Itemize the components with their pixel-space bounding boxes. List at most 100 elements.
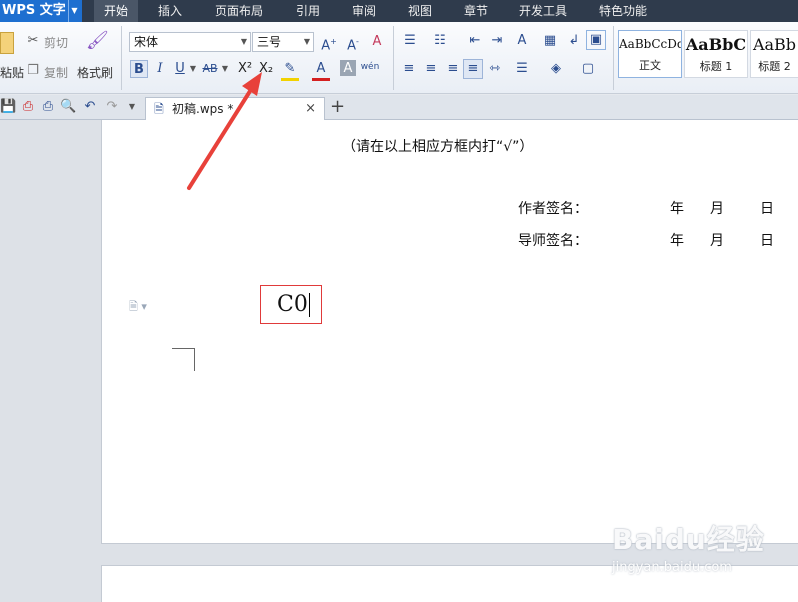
tab-insert[interactable]: 插入 [148, 0, 192, 22]
document-tab-label: 初稿.wps * [172, 102, 234, 116]
font-color-icon[interactable]: A [312, 60, 330, 81]
app-menu-dropdown-icon[interactable]: ▼ [68, 0, 80, 22]
date-day: 日 [760, 233, 774, 249]
clear-format-icon[interactable]: A [368, 33, 386, 51]
app-menu-button[interactable]: WPS 文字 ▼ [0, 0, 82, 22]
print-preview-icon[interactable]: 🔍 [60, 98, 76, 116]
font-name-select[interactable]: 宋体 ▼ [129, 32, 251, 52]
chevron-down-icon: ▼ [303, 37, 310, 46]
decrease-indent-icon[interactable]: ⇤ [466, 32, 484, 50]
numbered-list-icon[interactable]: ☷ [430, 32, 450, 50]
subscript-button[interactable]: X₂ [256, 60, 276, 78]
tab-chapter[interactable]: 章节 [454, 0, 498, 22]
shading-icon[interactable]: ◈ [546, 60, 566, 78]
shrink-font-icon[interactable]: A- [344, 33, 362, 55]
watermark-url: jingyan.baidu.com [612, 560, 732, 575]
tab-view[interactable]: 视图 [398, 0, 442, 22]
copy-label[interactable]: 复制 [44, 64, 68, 81]
distribute-icon[interactable]: ⇿ [486, 60, 504, 78]
instruction-text: （请在以上相应方框内打“√”） [342, 139, 534, 155]
chevron-down-icon[interactable]: ▼ [220, 60, 230, 78]
align-right-icon[interactable]: ≡ [444, 60, 462, 78]
bullet-list-icon[interactable]: ☰ [400, 32, 420, 50]
format-painter-icon[interactable]: 🖌 [86, 32, 109, 56]
redo-icon[interactable]: ↷ [104, 98, 120, 116]
tab-references[interactable]: 引用 [286, 0, 330, 22]
format-painter-label[interactable]: 格式刷 [77, 64, 113, 81]
char-shading-icon[interactable]: A [340, 60, 356, 76]
ribbon-divider [121, 26, 122, 90]
margin-corner-mark [172, 348, 195, 371]
menu-bar: WPS 文字 ▼ 开始 插入 页面布局 引用 审阅 视图 章节 开发工具 特色功… [0, 0, 798, 22]
copy-icon[interactable]: ❐ [26, 62, 40, 80]
text-box[interactable]: C0 [260, 285, 322, 324]
paste-icon[interactable] [0, 32, 14, 54]
tab-page-layout[interactable]: 页面布局 [206, 0, 272, 22]
cut-icon[interactable]: ✂ [26, 32, 40, 50]
show-marks-icon[interactable]: ↲ [566, 32, 582, 50]
style-heading-1[interactable]: AaBbC 标题 1 [684, 30, 748, 78]
chevron-down-icon: ▼ [240, 37, 247, 46]
style-sample: AaBb [752, 35, 797, 54]
date-year: 年 [670, 233, 684, 249]
style-name: 标题 1 [699, 60, 733, 73]
style-name: 正文 [639, 59, 661, 72]
chevron-down-icon[interactable]: ▼ [126, 98, 138, 116]
watermark: Baidu经验 jingyan.baidu.com [612, 518, 792, 588]
document-tab-strip: 💾 ⎙ ⎙ 🔍 ↶ ↷ ▼ 🗎 初稿.wps * × + [0, 95, 798, 120]
select-icon[interactable]: ▣ [586, 30, 606, 50]
date-month: 月 [710, 233, 724, 249]
strikethrough-button[interactable]: AB [200, 60, 220, 78]
font-size-select[interactable]: 三号 ▼ [252, 32, 314, 52]
author-signature-label: 作者签名： [518, 201, 588, 217]
ribbon-divider [613, 26, 614, 90]
text-box-content: C0 [277, 292, 308, 317]
tab-developer[interactable]: 开发工具 [510, 0, 576, 22]
highlight-icon[interactable]: ✎ [281, 60, 299, 81]
undo-icon[interactable]: ↶ [82, 98, 98, 116]
date-year: 年 [670, 201, 684, 217]
document-icon: 🗎 [154, 102, 164, 116]
line-spacing-icon[interactable]: ☰ [512, 60, 532, 78]
superscript-button[interactable]: X² [235, 60, 255, 78]
style-sample: AaBbC [685, 35, 747, 54]
app-title: WPS 文字 [2, 3, 66, 18]
ribbon-divider [393, 26, 394, 90]
align-left-icon[interactable]: ≡ [400, 60, 418, 78]
italic-button[interactable]: I [152, 60, 168, 78]
phonetic-guide-icon[interactable]: wén [360, 58, 380, 76]
new-tab-button[interactable]: + [330, 97, 345, 117]
ribbon: 粘贴 ✂ 剪切 ❐ 复制 🖌 格式刷 宋体 ▼ 三号 ▼ A+ A- A B I… [0, 22, 798, 94]
save-icon[interactable]: 💾 [0, 98, 16, 116]
document-page[interactable]: （请在以上相应方框内打“√”） 作者签名： 年 月 日 导师签名： 年 月 日 … [101, 120, 798, 544]
bold-button[interactable]: B [130, 60, 148, 78]
watermark-logo: Baidu经验 [612, 523, 765, 556]
paragraph-handle-icon[interactable]: 🗎 ▾ [129, 298, 147, 317]
date-month: 月 [710, 201, 724, 217]
text-cursor [308, 293, 311, 317]
align-center-icon[interactable]: ≡ [422, 60, 440, 78]
advisor-signature-label: 导师签名： [518, 233, 588, 249]
tab-home[interactable]: 开始 [94, 0, 138, 22]
cut-label[interactable]: 剪切 [44, 34, 68, 51]
style-sample: AaBbCcDd [619, 37, 681, 51]
underline-button[interactable]: U [172, 60, 188, 78]
paste-label[interactable]: 粘贴 [0, 64, 24, 81]
print-icon[interactable]: ⎙ [40, 98, 56, 116]
justify-icon[interactable]: ≡ [463, 59, 483, 79]
style-name: 标题 2 [758, 60, 791, 73]
close-icon[interactable]: × [305, 98, 316, 120]
chevron-down-icon[interactable]: ▼ [188, 60, 198, 78]
grow-font-icon[interactable]: A+ [320, 33, 338, 55]
style-heading-2[interactable]: AaBb 标题 2 [750, 30, 798, 78]
document-tab[interactable]: 🗎 初稿.wps * × [145, 97, 325, 120]
increase-indent-icon[interactable]: ⇥ [488, 32, 506, 50]
tab-special[interactable]: 特色功能 [590, 0, 656, 22]
text-direction-icon[interactable]: A [512, 32, 532, 50]
table-icon[interactable]: ▦ [541, 32, 559, 50]
font-size-value: 三号 [257, 35, 282, 49]
style-normal[interactable]: AaBbCcDd 正文 [618, 30, 682, 78]
tab-review[interactable]: 审阅 [342, 0, 386, 22]
borders-icon[interactable]: ▢ [578, 60, 598, 78]
pdf-icon[interactable]: ⎙ [20, 98, 36, 116]
